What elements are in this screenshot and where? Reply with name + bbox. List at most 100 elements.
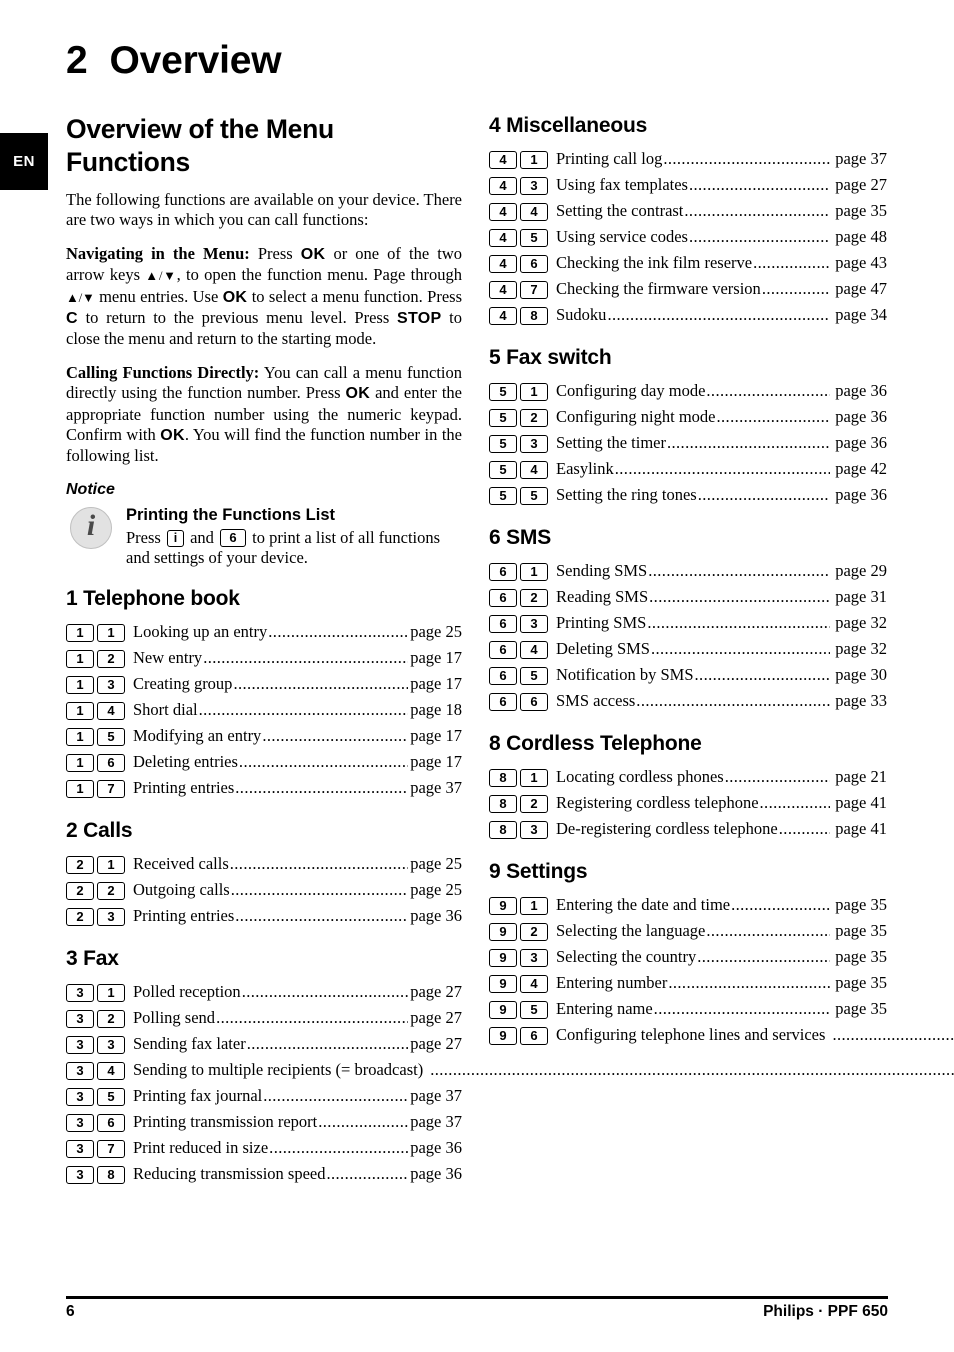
toc-entry[interactable]: 14 Short dial page 18 — [66, 697, 462, 723]
notice-label: Notice — [66, 480, 115, 498]
toc-entry[interactable]: 38 Reducing transmission speed page 36 — [66, 1161, 462, 1187]
toc-entry[interactable]: 3 4 Sending to multiple recipients (= broa… — [66, 1057, 462, 1083]
toc-entry[interactable]: 46 Checking the ink film reserve page 43 — [489, 250, 887, 276]
function-number-keys: 52 — [489, 409, 551, 427]
toc-entry[interactable]: 82 Registering cordless telephone page 41 — [489, 790, 887, 816]
toc-entry[interactable]: 52 Configuring night mode page 36 — [489, 404, 887, 430]
toc-page-ref: page 37 — [410, 777, 462, 797]
toc-page-ref: page 37 — [410, 1085, 462, 1105]
toc-entry[interactable]: 37 Print reduced in size page 36 — [66, 1135, 462, 1161]
toc-entry-label: Selecting the language — [556, 921, 706, 940]
toc-entry[interactable]: 95 Entering name page 35 — [489, 996, 887, 1022]
toc-page-ref: page 36 — [410, 1137, 462, 1157]
nav-text-5: to select a menu function. Press — [247, 286, 462, 306]
toc-entry[interactable]: 53 Setting the timer page 36 — [489, 430, 887, 456]
toc-entry-label: Locating cordless phones — [556, 767, 724, 786]
toc-entry-label: Print reduced in size — [133, 1137, 269, 1157]
toc-group-heading: 4 Miscellaneous — [489, 114, 648, 137]
leader-dots — [760, 790, 831, 816]
toc-entry[interactable]: 63 Printing SMS page 32 — [489, 610, 887, 636]
toc-entry[interactable]: 9 6 Configuring telephone lines and servic… — [489, 1022, 887, 1048]
leader-dots — [268, 619, 408, 645]
toc-entry[interactable]: 51 Configuring day mode page 36 — [489, 378, 887, 404]
toc-entry[interactable]: 81 Locating cordless phones page 21 — [489, 764, 887, 790]
toc-entry[interactable]: 61 Sending SMS page 29 — [489, 558, 887, 584]
toc-entry-label: Polled reception — [133, 981, 241, 1001]
toc-entry[interactable]: 41 Printing call log page 37 — [489, 146, 887, 172]
toc-entry-label: Entering the date and time — [556, 895, 731, 914]
toc-entry[interactable]: 66 SMS access page 33 — [489, 688, 887, 714]
toc-entry[interactable]: 94 Entering number page 35 — [489, 970, 887, 996]
leader-dots — [684, 198, 830, 224]
toc-list: 41Printing call logpage 3743Using fax te… — [489, 146, 887, 328]
key-digit-1: 9 — [489, 949, 517, 967]
toc-entry[interactable]: 44 Setting the contrast page 35 — [489, 198, 887, 224]
toc-entry[interactable]: 31 Polled reception page 27 — [66, 979, 462, 1005]
function-number-keys: 66 — [489, 693, 551, 711]
toc-group-heading: 5 Fax switch — [489, 346, 612, 369]
toc-entry[interactable]: 93 Selecting the country page 35 — [489, 944, 887, 970]
toc-entry[interactable]: 55 Setting the ring tones page 36 — [489, 482, 887, 508]
key-digit-2: 2 — [520, 409, 548, 427]
toc-entry-label: Polling send — [133, 1007, 216, 1027]
toc-entry[interactable]: 21 Received calls page 25 — [66, 851, 462, 877]
leader-dots — [242, 979, 409, 1005]
toc-entry[interactable]: 62 Reading SMS page 31 — [489, 584, 887, 610]
toc-entry[interactable]: 65 Notification by SMS page 30 — [489, 662, 887, 688]
function-number-keys: 22 — [66, 881, 128, 900]
toc-entry[interactable]: 91 Entering the date and time page 35 — [489, 892, 887, 918]
toc-list: 91 Entering the date and time page 35 92Sel… — [489, 892, 887, 1048]
toc-entry[interactable]: 47 Checking the firmware version page 47 — [489, 276, 887, 302]
toc-entry-label: Setting the ring tones — [556, 485, 697, 504]
toc-entry[interactable]: 12 New entry page 17 — [66, 645, 462, 671]
toc-entry-label: Printing entries — [133, 777, 235, 797]
toc-entry[interactable]: 16 Deleting entries page 17 — [66, 749, 462, 775]
document-page: EN 2 Overview Overview of the Menu Functi… — [0, 0, 954, 1352]
key-digit-2: 6 — [520, 693, 548, 711]
toc-group-heading: 9 Settings — [489, 860, 588, 883]
info-icon — [70, 506, 112, 549]
toc-entry[interactable]: 35 Printing fax journal page 37 — [66, 1083, 462, 1109]
nav-text-4: menu entries. Use — [94, 286, 223, 306]
toc-entry[interactable]: 11 Looking up an entry page 25 — [66, 619, 462, 645]
function-number-keys: 48 — [489, 307, 551, 325]
toc-entry-label: Configuring night mode — [556, 407, 716, 426]
toc-page-ref: page 35 — [835, 895, 887, 914]
toc-entry[interactable]: 64 Deleting SMS page 32 — [489, 636, 887, 662]
toc-entry-label: Short dial — [133, 699, 198, 719]
toc-entry[interactable]: 13 Creating group page 17 — [66, 671, 462, 697]
toc-entry-label: Checking the ink film reserve — [556, 253, 753, 272]
toc-entry[interactable]: 36 Printing transmission report page 37 — [66, 1109, 462, 1135]
leader-dots — [663, 146, 830, 172]
toc-entry[interactable]: 15 Modifying an entry page 17 — [66, 723, 462, 749]
key-digit-2: 3 — [97, 675, 125, 694]
key-digit-2: 2 — [97, 649, 125, 668]
toc-entry[interactable]: 92 Selecting the language page 35 — [489, 918, 887, 944]
toc-entry[interactable]: 83 De-registering cordless telephone page … — [489, 816, 887, 842]
left-toc-groups: 1 Telephone book11Looking up an entrypag… — [66, 586, 462, 1187]
toc-entry[interactable]: 48 Sudoku page 34 — [489, 302, 887, 328]
key-digit-2: 4 — [520, 203, 548, 221]
function-number-keys: 55 — [489, 487, 551, 505]
toc-page-ref: page 36 — [835, 433, 887, 452]
toc-entry[interactable]: 45 Using service codes page 48 — [489, 224, 887, 250]
toc-entry[interactable]: 43 Using fax templates page 27 — [489, 172, 887, 198]
toc-entry[interactable]: 33 Sending fax later page 27 — [66, 1031, 462, 1057]
toc-entry[interactable]: 54 Easylink page 42 — [489, 456, 887, 482]
toc-entry[interactable]: 32 Polling send page 27 — [66, 1005, 462, 1031]
toc-list: 61Sending SMSpage 2962Reading SMSpage 31… — [489, 558, 887, 714]
key-digit-1: 5 — [489, 461, 517, 479]
leader-dots — [239, 749, 408, 775]
key-digit-2: 4 — [520, 641, 548, 659]
footer-product: Philips · PPF 650 — [763, 1303, 888, 1320]
leader-dots — [269, 1135, 408, 1161]
toc-page-ref: page 35 — [835, 973, 887, 992]
toc-entry[interactable]: 22 Outgoing calls page 25 — [66, 877, 462, 903]
toc-entry[interactable]: 23 Printing entries page 36 — [66, 903, 462, 929]
key-digit-1: 8 — [489, 769, 517, 787]
function-number-keys: 91 — [489, 897, 551, 915]
key-digit-2: 4 — [520, 975, 548, 993]
toc-entry[interactable]: 17 Printing entries page 37 — [66, 775, 462, 801]
toc-page-ref: page 27 — [410, 1033, 462, 1053]
key-digit-2: 6 — [97, 753, 125, 772]
